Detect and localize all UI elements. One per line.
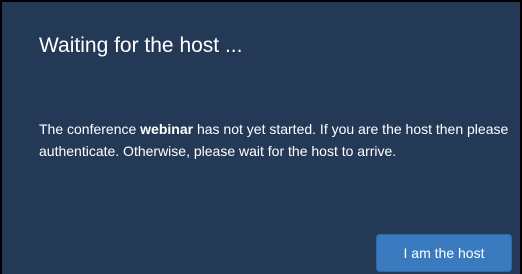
message-prefix: The conference bbox=[39, 121, 141, 137]
window-frame: Waiting for the host ... The conference … bbox=[0, 0, 522, 274]
dialog-message: The conference webinar has not yet start… bbox=[39, 118, 509, 162]
dialog-title: Waiting for the host ... bbox=[39, 34, 243, 57]
conference-name: webinar bbox=[140, 121, 194, 137]
waiting-for-host-dialog: Waiting for the host ... The conference … bbox=[2, 2, 520, 274]
i-am-the-host-button[interactable]: I am the host bbox=[376, 234, 512, 272]
